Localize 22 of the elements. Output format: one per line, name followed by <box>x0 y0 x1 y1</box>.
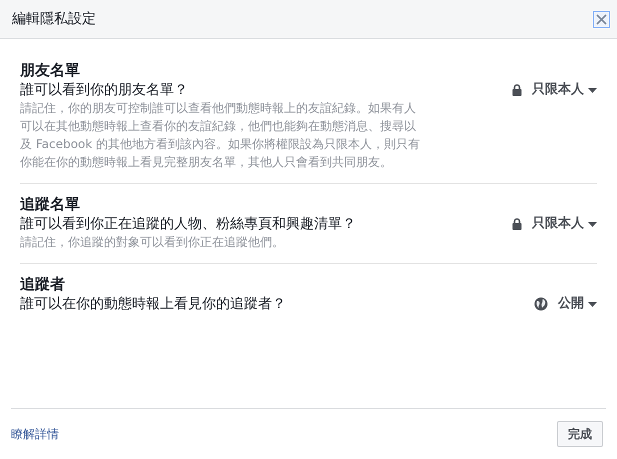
section-question: 誰可以看到你正在追蹤的人物、粉絲專頁和興趣清單？ <box>20 215 357 233</box>
close-icon <box>596 14 607 24</box>
section-note: 請記住，你的朋友可控制誰可以查看他們動態時報上的友誼紀錄。如果有人可以在其他動態時報上查看你的友誼紀錄，他們也能夠在動態消息、搜尋以及 Facebook 的其他地方看到該內容。如果你將權限設為只限本人，則只有你能在你的動態時報上看見完整朋友名單，其他人只會看到共同朋友。 <box>20 100 420 171</box>
caret-icon <box>588 222 597 226</box>
done-button[interactable]: 完成 <box>557 421 603 447</box>
audience-dropdown[interactable]: 只限本人 <box>512 81 597 99</box>
section-title: 追蹤者 <box>20 274 66 295</box>
lock-icon <box>512 218 522 230</box>
learn-more-link[interactable]: 瞭解詳情 <box>11 425 59 443</box>
close-button[interactable] <box>593 10 610 28</box>
caret-icon <box>588 88 597 92</box>
section-question: 誰可以看到你的朋友名單？ <box>20 81 189 99</box>
caret-icon <box>588 302 597 306</box>
window-title: 編輯隱私設定 <box>12 10 96 28</box>
audience-dropdown[interactable]: 公開 <box>534 295 597 313</box>
section-title: 追蹤名單 <box>20 194 81 215</box>
section-question: 誰可以在你的動態時報上看見你的追蹤者？ <box>20 295 287 313</box>
audience-dropdown[interactable]: 只限本人 <box>512 215 597 233</box>
globe-icon <box>534 297 548 311</box>
section-title: 朋友名單 <box>20 60 81 81</box>
section-note: 請記住，你追蹤的對象可以看到你正在追蹤他們。 <box>20 234 285 251</box>
lock-icon <box>512 84 522 96</box>
